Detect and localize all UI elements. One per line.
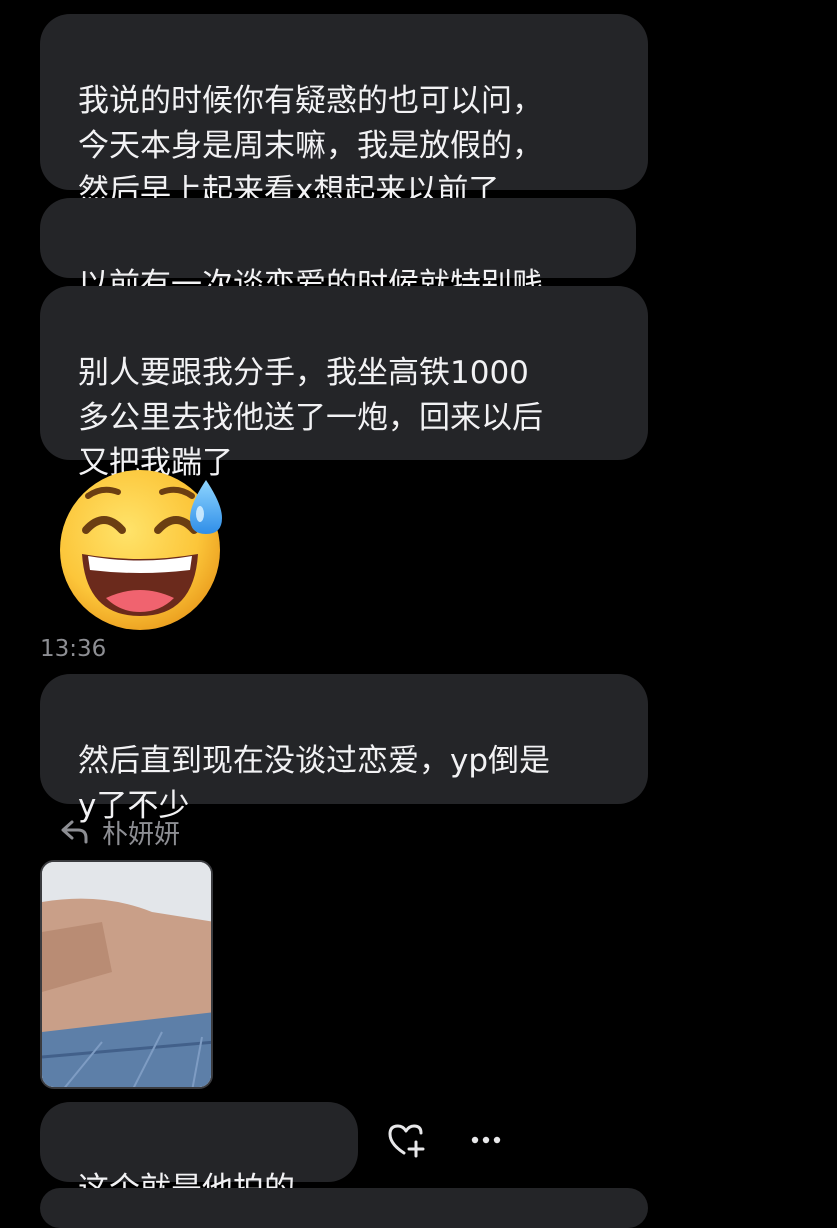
more-horizontal-icon[interactable]	[466, 1120, 506, 1160]
message-bubble[interactable]: 这个就是他拍的	[40, 1102, 358, 1207]
message-bubble-partial[interactable]	[40, 1188, 648, 1228]
message-bubble[interactable]: 然后直到现在没谈过恋爱，yp倒是 y了不少	[40, 674, 648, 824]
message-bubble[interactable]: 以前有一次谈恋爱的时候就特别贱	[40, 198, 636, 303]
reply-arrow-icon	[60, 819, 90, 845]
message-bubble[interactable]: 别人要跟我分手，我坐高铁1000 多公里去找他送了一炮，回来以后 又把我踹了	[40, 286, 648, 481]
reply-sender-name: 朴妍妍	[102, 819, 181, 850]
photo-message[interactable]	[40, 860, 213, 1089]
grinning-face-with-sweat-emoji[interactable]	[60, 466, 230, 632]
heart-plus-icon[interactable]	[386, 1120, 426, 1160]
message-text: 别人要跟我分手，我坐高铁1000 多公里去找他送了一炮，回来以后 又把我踹了	[78, 355, 543, 481]
message-bubble[interactable]: 我说的时候你有疑惑的也可以问， 今天本身是周末嘛，我是放假的， 然后早上起来看x…	[40, 14, 648, 209]
message-text: 我说的时候你有疑惑的也可以问， 今天本身是周末嘛，我是放假的， 然后早上起来看x…	[78, 83, 543, 209]
message-timestamp: 13:36	[40, 636, 107, 662]
reply-indicator[interactable]: 朴妍妍	[60, 812, 180, 852]
